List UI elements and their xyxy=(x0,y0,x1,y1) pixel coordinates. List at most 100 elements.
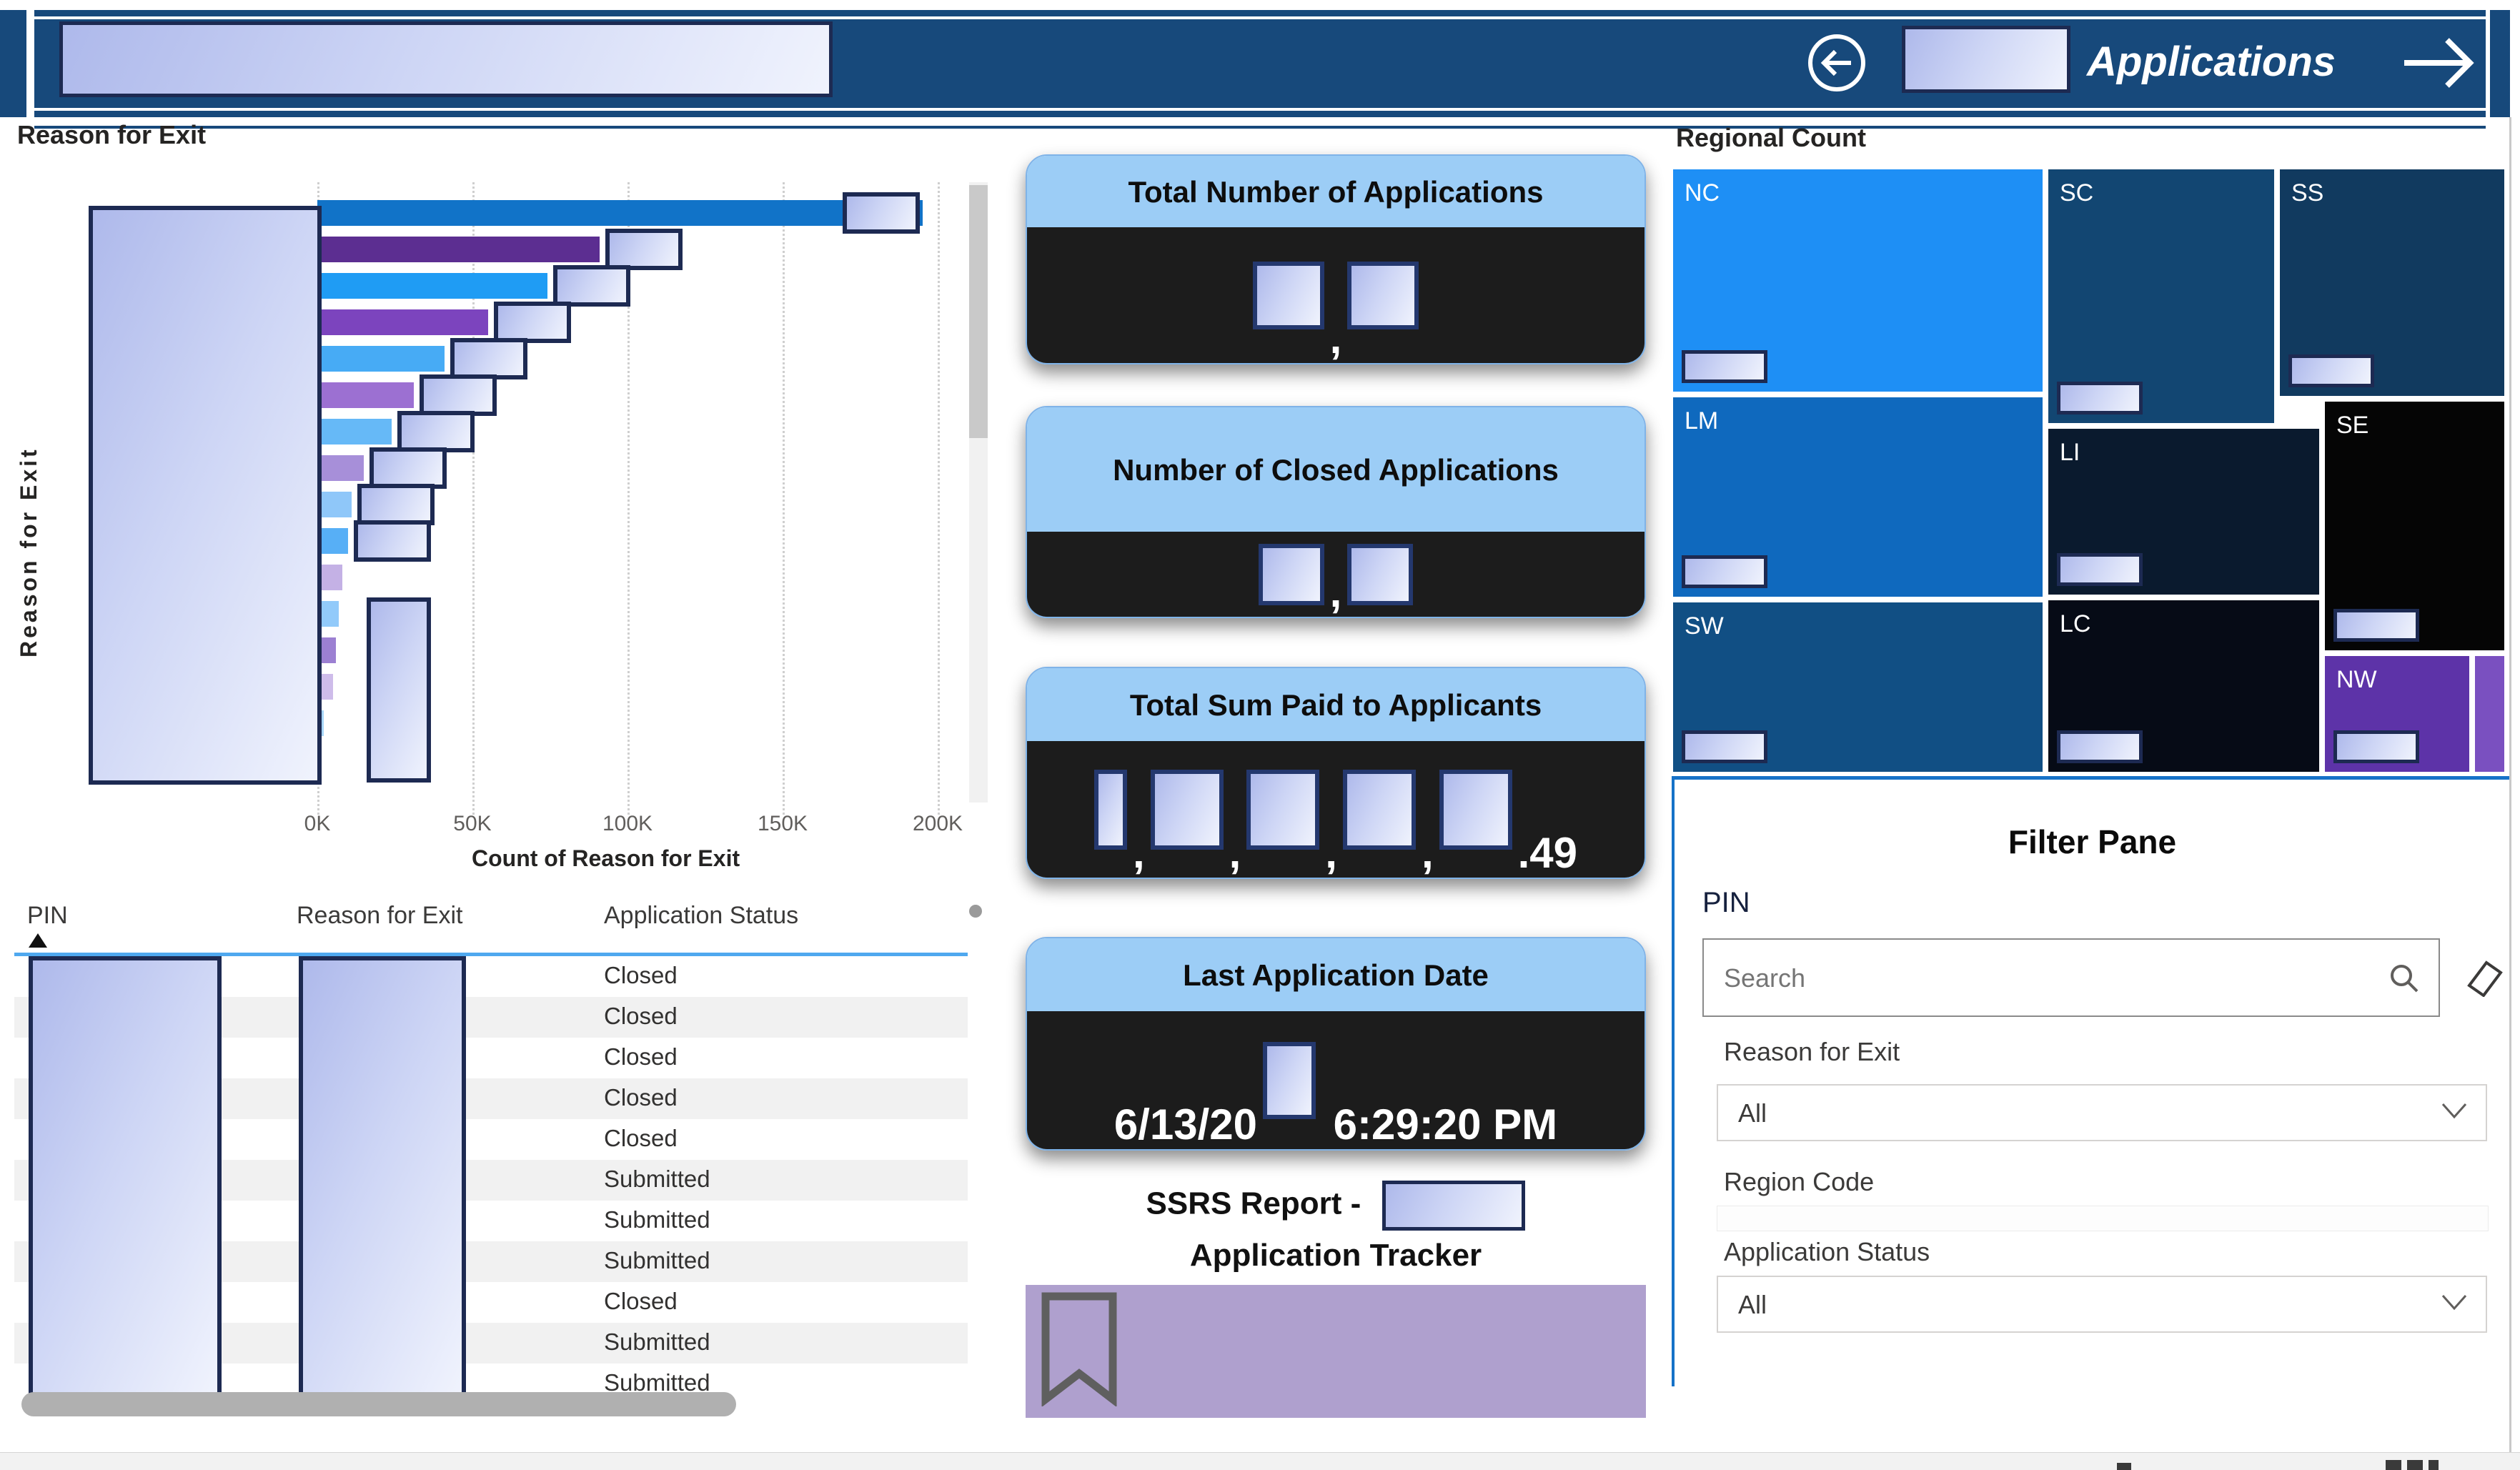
bar[interactable] xyxy=(317,382,414,408)
redacted-value-label xyxy=(357,484,435,525)
redacted-header-logo xyxy=(59,21,833,97)
bar[interactable] xyxy=(317,237,600,262)
kpi-card: Number of Closed Applications, xyxy=(1026,406,1646,618)
redacted-tile-value xyxy=(1682,730,1767,763)
redacted-kpi-digits xyxy=(1343,770,1416,850)
region-code-dropdown[interactable] xyxy=(1717,1206,2489,1231)
x-tick-label: 50K xyxy=(453,812,491,836)
filter-status-label: Application Status xyxy=(1724,1237,1930,1267)
kpi-value: , xyxy=(1027,227,1645,363)
kpi-title: Total Number of Applications xyxy=(1027,156,1645,227)
ssrs-prefix: SSRS Report - xyxy=(1146,1186,1361,1221)
application-status-cell: Submitted xyxy=(604,1329,710,1356)
treemap-tile-SE[interactable]: SE xyxy=(2325,402,2504,650)
search-input[interactable] xyxy=(1722,940,2354,1017)
chart-vertical-scrollbar[interactable] xyxy=(969,182,988,803)
page-title: Applications xyxy=(2087,41,2336,83)
header-left-strip xyxy=(0,10,26,117)
bar[interactable] xyxy=(317,309,488,335)
treemap-tile-label: LC xyxy=(2060,610,2090,638)
pin-search-box[interactable] xyxy=(1702,938,2440,1017)
treemap-tile-label: LI xyxy=(2060,439,2080,467)
bar[interactable] xyxy=(317,528,348,554)
redacted-kpi-digits xyxy=(1259,544,1324,605)
sort-ascending-icon xyxy=(29,933,47,948)
treemap-tile-NW[interactable]: NW xyxy=(2325,656,2469,772)
bar[interactable] xyxy=(317,455,364,481)
redacted-tile-value xyxy=(2057,730,2143,763)
redacted-value-label xyxy=(494,302,571,343)
table-horizontal-scrollbar[interactable] xyxy=(21,1392,736,1416)
header-navy-underline xyxy=(34,126,2486,129)
bar[interactable] xyxy=(317,200,923,226)
redacted-value-label xyxy=(397,411,475,452)
kpi-card: Total Sum Paid to Applicants,,,,.49 xyxy=(1026,667,1646,879)
treemap-tile-LM[interactable]: LM xyxy=(1673,397,2043,597)
kpi-text-segment: , xyxy=(1422,828,1434,878)
treemap-tile-label: NC xyxy=(1685,179,1720,207)
table-header-pin[interactable]: PIN xyxy=(27,902,68,930)
redacted-value-label xyxy=(369,447,447,489)
kpi-text-segment: 6/13/20 xyxy=(1114,1100,1257,1149)
treemap-tile-SC[interactable]: SC xyxy=(2048,169,2274,423)
application-status-cell: Closed xyxy=(604,1288,678,1315)
redacted-kpi-digits xyxy=(1347,262,1419,329)
cropped-glyph xyxy=(2117,1463,2131,1470)
table-header-reason[interactable]: Reason for Exit xyxy=(297,902,462,930)
redacted-kpi-digits xyxy=(1094,770,1127,850)
kpi-text-segment: , xyxy=(1330,567,1342,617)
bar[interactable] xyxy=(317,273,547,299)
bookmark-icon xyxy=(1038,1292,1124,1406)
kpi-card: Last Application Date6/13/20 6:29:20 PM xyxy=(1026,937,1646,1151)
cropped-glyph xyxy=(2386,1460,2401,1470)
table-header-status[interactable]: Application Status xyxy=(604,902,798,930)
page-right-border xyxy=(2509,117,2511,1452)
redacted-kpi-digits xyxy=(1253,262,1324,329)
table-scroll-dot xyxy=(969,905,982,918)
kpi-value: 6/13/20 6:29:20 PM xyxy=(1027,1011,1645,1149)
application-status-cell: Closed xyxy=(604,1043,678,1071)
treemap-tile-LC[interactable]: LC xyxy=(2048,600,2319,772)
circle-arrow-left-icon xyxy=(1807,33,1867,93)
application-status-dropdown[interactable]: All xyxy=(1717,1276,2487,1333)
treemap-tile-SS[interactable]: SS xyxy=(2280,169,2504,396)
kpi-card: Total Number of Applications, xyxy=(1026,154,1646,364)
treemap-title: Regional Count xyxy=(1676,123,1866,153)
magnifier-icon xyxy=(2388,963,2420,994)
bar[interactable] xyxy=(317,492,352,517)
redacted-category-labels xyxy=(89,206,322,785)
reason-for-exit-dropdown[interactable]: All xyxy=(1717,1084,2487,1141)
bottom-status-strip xyxy=(0,1452,2520,1470)
chart-scrollbar-thumb[interactable] xyxy=(969,185,988,438)
redacted-value-label xyxy=(354,520,431,562)
bookmark-button[interactable] xyxy=(1026,1285,1646,1418)
arrow-right-icon xyxy=(2401,34,2476,91)
chevron-down-icon xyxy=(2440,1101,2469,1121)
eraser-icon[interactable] xyxy=(2459,957,2505,997)
treemap-tile-NC[interactable]: NC xyxy=(1673,169,2043,392)
redacted-tile-value xyxy=(2057,382,2143,414)
redacted-kpi-digits xyxy=(1263,1042,1316,1119)
back-button[interactable] xyxy=(1807,33,1867,93)
treemap-tile-label: SW xyxy=(1685,612,1724,640)
bar[interactable] xyxy=(317,419,392,445)
filter-region-label: Region Code xyxy=(1724,1167,1874,1197)
cropped-glyph xyxy=(2407,1460,2423,1470)
application-status-cell: Closed xyxy=(604,1084,678,1111)
treemap-tile-LI[interactable]: LI xyxy=(2048,429,2319,595)
x-tick-label: 0K xyxy=(304,812,331,836)
filter-pin-label: PIN xyxy=(1702,887,1750,919)
redacted-kpi-digits xyxy=(1246,770,1319,850)
kpi-text-segment: , xyxy=(1133,828,1145,878)
redacted-header-box xyxy=(1902,26,2070,93)
redacted-bottom-value-labels xyxy=(367,597,431,783)
application-status-cell: Closed xyxy=(604,962,678,989)
treemap-tile-SW[interactable]: SW xyxy=(1673,602,2043,772)
redacted-value-label xyxy=(553,265,630,307)
treemap-tile-label: LM xyxy=(1685,407,1718,435)
treemap-tile-sliver[interactable] xyxy=(2475,656,2504,772)
kpi-text-segment: , xyxy=(1229,828,1241,878)
bar[interactable] xyxy=(317,346,445,372)
filter-pane-title: Filter Pane xyxy=(1675,823,2510,861)
forward-button[interactable] xyxy=(2401,34,2476,91)
